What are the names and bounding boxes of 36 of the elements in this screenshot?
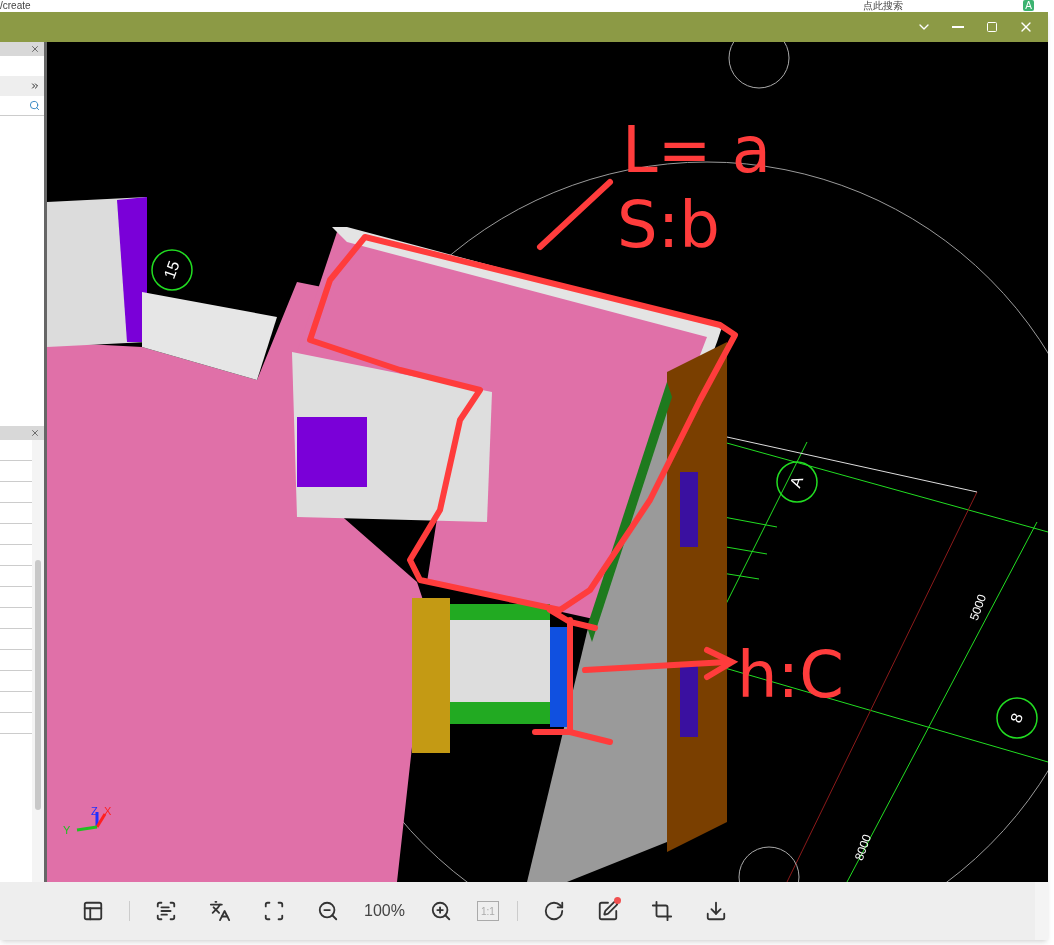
maximize-icon (986, 21, 998, 33)
zoom-level: 100% (364, 901, 405, 921)
background-text: /create (0, 0, 31, 11)
handwritten-note: h:C (737, 638, 844, 712)
zoom-in-icon (429, 900, 452, 922)
axis-bubble (996, 697, 1038, 739)
axis-label: 15 (160, 258, 183, 282)
handwritten-note: S:b (617, 188, 720, 262)
close-icon[interactable] (30, 44, 40, 54)
axis-label: A (786, 473, 807, 490)
scrollbar-thumb[interactable] (35, 560, 41, 810)
axis-label: X (104, 805, 112, 817)
handwritten-note: L= a (622, 113, 771, 187)
window-pane (297, 417, 367, 487)
axis-bubble (728, 42, 790, 89)
close-icon[interactable] (30, 428, 40, 438)
expand-icon[interactable] (30, 81, 40, 91)
axis-bubble (151, 249, 193, 291)
dimension-label: 8000 (851, 832, 875, 863)
scan-text-icon (155, 900, 177, 922)
minimize-icon (952, 26, 964, 28)
axis-label: Y (63, 824, 71, 836)
axis-label: 8 (1007, 710, 1027, 725)
app-badge: A (1023, 0, 1034, 11)
rotate-icon (542, 900, 565, 922)
layout-icon (82, 900, 104, 922)
download-icon (704, 900, 727, 922)
frame-corners-icon (263, 900, 285, 922)
translate-icon (209, 900, 231, 922)
axis-bubble (738, 846, 800, 882)
dimension-label: 5000 (966, 592, 990, 623)
background-search-text: 点此搜索 (863, 0, 904, 11)
search-icon[interactable] (29, 100, 40, 111)
edit-icon (596, 900, 619, 922)
crop-icon (650, 900, 673, 922)
zoom-out-icon (317, 900, 339, 922)
